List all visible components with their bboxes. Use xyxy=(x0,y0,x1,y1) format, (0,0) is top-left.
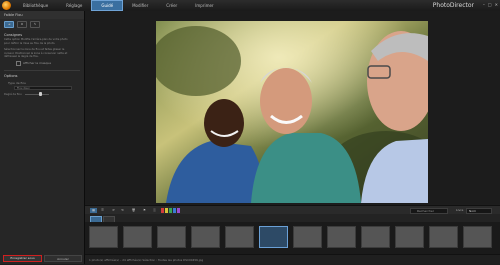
instructions-text-1: Cette option Modifie l'arrière-plan de v… xyxy=(4,38,68,45)
tab-adjust[interactable]: Réglage xyxy=(57,0,91,11)
thumbnail[interactable] xyxy=(327,226,356,248)
cancel-button[interactable]: Annuler xyxy=(44,255,82,262)
settings-icon[interactable]: ⚙ xyxy=(17,21,27,28)
thumbnail[interactable] xyxy=(123,226,152,248)
back-icon[interactable]: ◄ xyxy=(4,21,14,28)
blur-slider[interactable] xyxy=(24,92,49,97)
maximize-icon[interactable]: □ xyxy=(488,0,492,9)
window-controls: – □ ✕ xyxy=(483,0,498,9)
save-as-button[interactable]: Enregistrer sous xyxy=(3,255,42,262)
show-mask-checkbox[interactable]: Afficher le masque xyxy=(0,59,84,66)
left-panel: Faible Flou ◄ ⚙ ✎ Consignes Cette option… xyxy=(0,11,85,264)
grid-view-icon[interactable]: ▦ xyxy=(90,208,97,213)
rotate-left-icon[interactable]: ↺ xyxy=(110,208,117,213)
thumbnail-selected[interactable] xyxy=(259,226,288,248)
filter-row xyxy=(85,214,500,223)
checkbox-box[interactable] xyxy=(16,60,21,66)
color-label-green[interactable] xyxy=(169,208,172,213)
main-photo[interactable] xyxy=(156,21,428,203)
thumbnail[interactable] xyxy=(191,226,220,248)
options-title: Options xyxy=(4,73,18,78)
minimize-icon[interactable]: – xyxy=(483,0,485,9)
thumbnail[interactable] xyxy=(395,226,424,248)
thumbnail[interactable] xyxy=(429,226,458,248)
close-icon[interactable]: ✕ xyxy=(495,0,498,9)
tab-guided[interactable]: Guidé xyxy=(91,0,124,11)
panel-header: Faible Flou xyxy=(0,11,84,19)
checkbox-label: Afficher le masque xyxy=(23,61,52,66)
color-label-blue[interactable] xyxy=(173,208,176,213)
main-nav: Bibliothèque Réglage Guidé Modifier Crée… xyxy=(14,0,223,11)
brand-title: PhotoDirector xyxy=(432,2,474,9)
blur-slider-handle[interactable] xyxy=(38,92,42,97)
photo-viewer xyxy=(85,11,500,204)
thumbnail[interactable] xyxy=(463,226,492,248)
sort-select[interactable]: Nom xyxy=(466,207,492,214)
status-bar: 1 photo(s) affichée(s) – 24 affichée(s) … xyxy=(85,254,500,264)
color-label-yellow[interactable] xyxy=(165,208,168,213)
color-label-purple[interactable] xyxy=(177,208,180,213)
thumbnail[interactable] xyxy=(293,226,322,248)
photo-image xyxy=(156,21,428,203)
blur-slider-row: Degré de flou xyxy=(0,90,84,97)
instructions-title: Consignes xyxy=(4,33,23,37)
thumbnail[interactable] xyxy=(89,226,118,248)
tab-print[interactable]: Imprimer xyxy=(186,0,222,11)
color-label-red[interactable] xyxy=(161,208,164,213)
delete-icon[interactable]: 🗑 xyxy=(130,208,137,213)
filmstrip xyxy=(85,222,500,254)
panel-tool-row: ◄ ⚙ ✎ xyxy=(0,19,84,30)
tab-create[interactable]: Créer xyxy=(157,0,186,11)
thumbnail[interactable] xyxy=(157,226,186,248)
thumbnail[interactable] xyxy=(361,226,390,248)
info-icon[interactable]: ⓘ xyxy=(151,208,158,213)
blur-type-label: Type de flou xyxy=(8,80,27,85)
sort-label: Livre xyxy=(456,208,464,212)
instructions-text-2: Sélectionnez la zone de flou et faites g… xyxy=(4,48,68,59)
search-input[interactable]: Rechercher xyxy=(410,207,448,214)
brush-icon[interactable]: ✎ xyxy=(30,21,40,28)
rotate-right-icon[interactable]: ↻ xyxy=(119,208,126,213)
tab-library[interactable]: Bibliothèque xyxy=(14,0,57,11)
thumbnail[interactable] xyxy=(225,226,254,248)
tab-edit[interactable]: Modifier xyxy=(123,0,157,11)
app-logo xyxy=(2,1,11,10)
blur-slider-label: Degré de flou xyxy=(4,92,22,96)
list-view-icon[interactable]: ☰ xyxy=(99,208,106,213)
flag-icon[interactable]: ⚑ xyxy=(141,208,148,213)
